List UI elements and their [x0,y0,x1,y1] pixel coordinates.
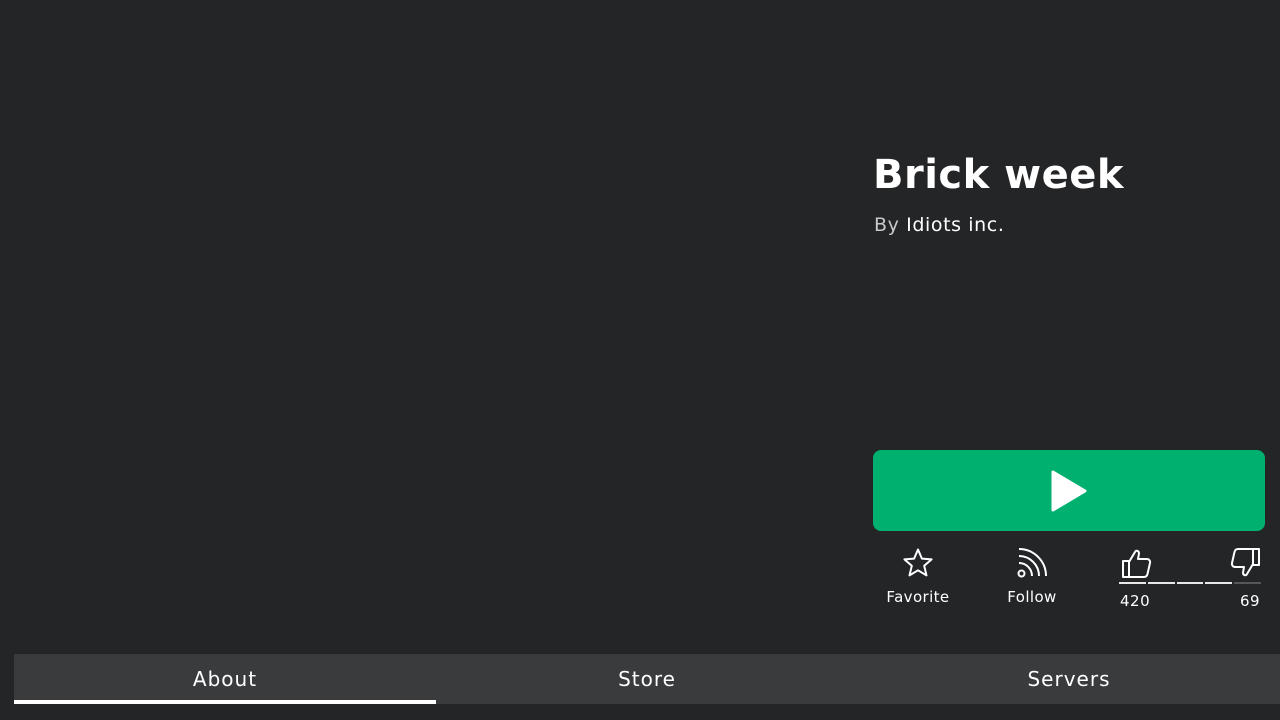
tab-label: Servers [1027,667,1111,691]
game-details-panel: Brick week By Idiots inc. Favorite Follo… [873,0,1265,650]
vote-ratio-bar [1119,582,1261,584]
follow-label: Follow [1007,588,1057,606]
upvote-count: 420 [1120,592,1151,610]
play-button[interactable] [873,450,1265,531]
vote-bar-segment [1176,582,1204,584]
tab-servers[interactable]: Servers [858,654,1280,704]
tab-label: Store [618,667,676,691]
favorite-label: Favorite [886,588,950,606]
creator-name-link[interactable]: Idiots inc. [906,214,1004,236]
vote-bar-segment [1119,582,1146,584]
downvote-button[interactable] [1228,546,1262,584]
tab-bar: About Store Servers [14,654,1280,704]
game-title: Brick week [873,152,1124,198]
vote-bar-segment [1147,582,1175,584]
rss-icon [1017,548,1047,578]
creator-prefix: By [874,214,900,236]
game-details-page: Brick week By Idiots inc. Favorite Follo… [0,0,1280,720]
vote-bar-segment [1234,582,1261,584]
follow-button[interactable]: Follow [999,546,1065,606]
creator-line: By Idiots inc. [874,214,1005,236]
tab-about[interactable]: About [14,654,436,704]
tab-label: About [192,667,258,691]
favorite-button[interactable]: Favorite [882,546,954,606]
vote-bar-segment [1205,582,1233,584]
tab-store[interactable]: Store [436,654,858,704]
upvote-button[interactable] [1120,546,1154,584]
play-icon [1051,470,1087,511]
game-thumbnail [0,0,860,650]
thumbs-down-icon [1230,548,1260,577]
star-icon [903,548,933,577]
active-tab-indicator [14,700,436,704]
downvote-count: 69 [1240,592,1261,610]
thumbs-up-icon [1122,549,1152,578]
